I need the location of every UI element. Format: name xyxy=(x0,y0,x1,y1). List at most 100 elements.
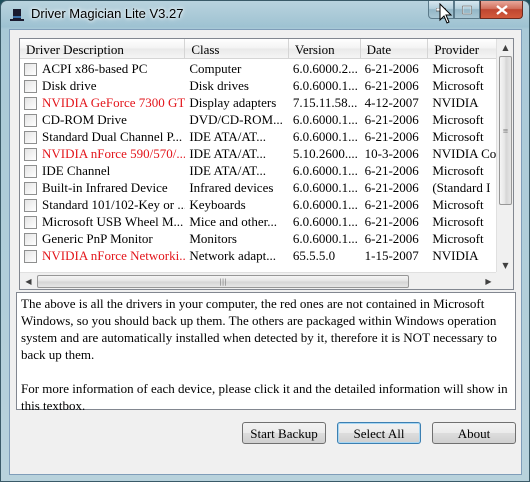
driver-description-cell: Generic PnP Monitor xyxy=(20,230,185,247)
row-checkbox[interactable] xyxy=(24,164,37,178)
horizontal-scroll-thumb[interactable]: ||| xyxy=(37,275,409,288)
driver-list[interactable]: Driver Description Class Version Date Pr… xyxy=(19,38,514,290)
driver-description-text: Built-in Infrared Device xyxy=(42,180,168,195)
cell-version: 6.0.6000.1... xyxy=(292,129,358,144)
table-row[interactable]: NVIDIA GeForce 7300 GT Display adapters 7.… xyxy=(20,94,513,111)
cell-class: Infrared devices xyxy=(189,180,274,195)
driver-description-text: NVIDIA nForce 590/570/... xyxy=(42,146,186,161)
cell-class: Mice and other... xyxy=(189,214,278,229)
cell-class: Computer xyxy=(189,61,242,76)
info-textbox[interactable]: The above is all the drivers in your com… xyxy=(16,292,516,413)
driver-description-text: NVIDIA nForce Networki... xyxy=(42,248,186,263)
cell-version: 6.0.6000.1... xyxy=(292,197,358,212)
cell-version: 6.0.6000.1... xyxy=(292,214,358,229)
cell-date: 6-21-2006 xyxy=(364,163,419,178)
scroll-up-icon[interactable]: ▲ xyxy=(497,39,513,56)
row-checkbox[interactable] xyxy=(24,62,37,76)
cell-class: DVD/CD-ROM... xyxy=(189,112,283,127)
list-rows: ACPI x86-based PC Computer 6.0.6000.2... 6-… xyxy=(20,60,513,264)
cell-class: IDE ATA/AT... xyxy=(189,163,267,178)
start-backup-button[interactable]: Start Backup xyxy=(242,422,326,444)
cell-date: 6-21-2006 xyxy=(364,78,419,93)
cell-class: IDE ATA/AT... xyxy=(189,146,267,161)
row-checkbox[interactable] xyxy=(24,113,37,127)
cell-date: 4-12-2007 xyxy=(364,95,419,110)
close-icon xyxy=(495,4,508,15)
vertical-scrollbar[interactable]: ▲ ≡ ▼ xyxy=(496,39,513,274)
driver-description-text: Standard 101/102-Key or ... xyxy=(42,197,186,212)
row-checkbox[interactable] xyxy=(24,147,37,161)
row-checkbox[interactable] xyxy=(24,249,37,263)
row-checkbox[interactable] xyxy=(24,130,37,144)
select-all-button[interactable]: Select All xyxy=(337,422,421,444)
table-row[interactable]: NVIDIA nForce 590/570/... IDE ATA/AT... 5.… xyxy=(20,145,513,162)
table-row[interactable]: NVIDIA nForce Networki... Network adapt..… xyxy=(20,247,513,264)
table-row[interactable]: CD-ROM Drive DVD/CD-ROM... 6.0.6000.1... 6-… xyxy=(20,111,513,128)
driver-description-cell: NVIDIA GeForce 7300 GT xyxy=(20,94,185,111)
vertical-scroll-thumb[interactable]: ≡ xyxy=(499,56,512,205)
app-window: Driver Magician Lite V3.27 Driver Descri… xyxy=(0,0,530,482)
grip-icon: ≡ xyxy=(502,126,509,135)
cell-class: Monitors xyxy=(189,231,237,246)
row-checkbox[interactable] xyxy=(24,96,37,110)
driver-description-text: CD-ROM Drive xyxy=(42,112,127,127)
cell-version: 6.0.6000.1... xyxy=(292,112,358,127)
maximize-button[interactable] xyxy=(454,1,480,19)
window-title: Driver Magician Lite V3.27 xyxy=(31,6,184,21)
column-header-version[interactable]: Version xyxy=(289,39,361,59)
close-button[interactable] xyxy=(480,1,523,19)
table-row[interactable]: Generic PnP Monitor Monitors 6.0.6000.1...… xyxy=(20,230,513,247)
cell-class: Network adapt... xyxy=(189,248,276,263)
driver-description-text: Standard Dual Channel P... xyxy=(42,129,183,144)
cell-class: IDE ATA/AT... xyxy=(189,129,267,144)
driver-description-text: Microsoft USB Wheel M... xyxy=(42,214,184,229)
column-header-date[interactable]: Date xyxy=(361,39,429,59)
row-checkbox[interactable] xyxy=(24,79,37,93)
cell-date: 6-21-2006 xyxy=(364,180,419,195)
info-paragraph: The above is all the drivers in your com… xyxy=(21,296,497,362)
row-checkbox[interactable] xyxy=(24,181,37,195)
info-paragraph: For more information of each device, ple… xyxy=(21,381,508,413)
column-header-class[interactable]: Class xyxy=(185,39,289,59)
driver-description-cell: Microsoft USB Wheel M... xyxy=(20,213,185,230)
driver-description-cell: CD-ROM Drive xyxy=(20,111,185,128)
driver-description-cell: Disk drive xyxy=(20,77,185,94)
table-row[interactable]: Standard Dual Channel P... IDE ATA/AT... 6… xyxy=(20,128,513,145)
cell-date: 6-21-2006 xyxy=(364,61,419,76)
horizontal-scrollbar[interactable]: ◀ ||| ▶ xyxy=(20,272,497,289)
row-checkbox[interactable] xyxy=(24,198,37,212)
maximize-icon xyxy=(462,5,472,14)
table-row[interactable]: ACPI x86-based PC Computer 6.0.6000.2... 6-… xyxy=(20,60,513,77)
table-row[interactable]: Built-in Infrared Device Infrared devices… xyxy=(20,179,513,196)
table-row[interactable]: Standard 101/102-Key or ... Keyboards 6.0.… xyxy=(20,196,513,213)
row-checkbox[interactable] xyxy=(24,215,37,229)
column-header-description[interactable]: Driver Description xyxy=(20,39,186,59)
cell-date: 10-3-2006 xyxy=(364,146,419,161)
grip-icon: ||| xyxy=(219,277,227,286)
scroll-right-icon[interactable]: ▶ xyxy=(480,273,497,289)
cell-version: 65.5.5.0 xyxy=(292,248,336,263)
client-area: Driver Description Class Version Date Pr… xyxy=(9,29,522,475)
driver-description-text: Disk drive xyxy=(42,78,97,93)
cell-date: 1-15-2007 xyxy=(364,248,419,263)
cell-version: 6.0.6000.1... xyxy=(292,163,358,178)
table-row[interactable]: Microsoft USB Wheel M... Mice and other..… xyxy=(20,213,513,230)
row-checkbox[interactable] xyxy=(24,232,37,246)
driver-description-text: ACPI x86-based PC xyxy=(42,61,148,76)
driver-description-cell: Standard 101/102-Key or ... xyxy=(20,196,185,213)
driver-description-text: Generic PnP Monitor xyxy=(42,231,153,246)
driver-description-text: NVIDIA GeForce 7300 GT xyxy=(42,95,186,110)
cell-date: 6-21-2006 xyxy=(364,129,419,144)
driver-description-cell: IDE Channel xyxy=(20,162,185,179)
cell-version: 6.0.6000.1... xyxy=(292,180,358,195)
cell-version: 7.15.11.58... xyxy=(292,95,358,110)
cell-class: Keyboards xyxy=(189,197,246,212)
about-button[interactable]: About xyxy=(432,422,516,444)
list-header: Driver Description Class Version Date Pr… xyxy=(20,39,513,59)
scroll-left-icon[interactable]: ◀ xyxy=(20,273,37,289)
driver-description-cell: NVIDIA nForce Networki... xyxy=(20,247,185,264)
table-row[interactable]: IDE Channel IDE ATA/AT... 6.0.6000.1... 6-2… xyxy=(20,162,513,179)
cell-version: 5.10.2600.... xyxy=(292,146,358,161)
table-row[interactable]: Disk drive Disk drives 6.0.6000.1... 6-21-2… xyxy=(20,77,513,94)
driver-description-text: IDE Channel xyxy=(42,163,111,178)
